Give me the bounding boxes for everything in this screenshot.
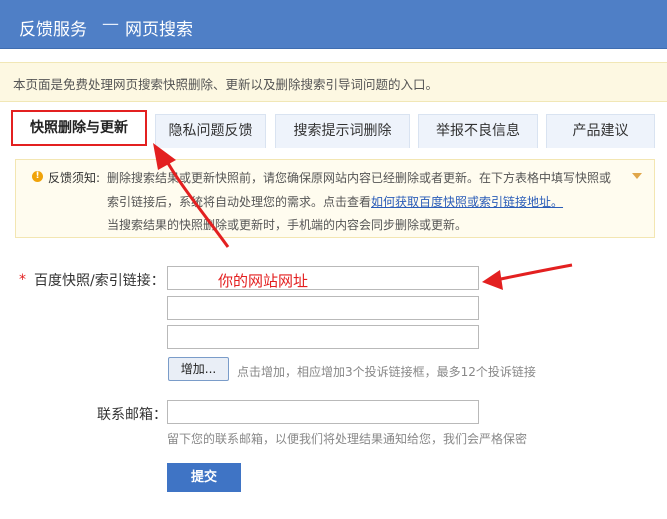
- add-links-hint: 点击增加，相应增加3个投诉链接框，最多12个投诉链接: [237, 365, 536, 379]
- add-links-button[interactable]: 增加...: [168, 357, 229, 381]
- email-hint: 留下您的联系邮箱，以便我们将处理结果通知给您，我们会严格保密: [167, 432, 528, 446]
- tab-suggestion-delete[interactable]: 搜索提示词删除: [275, 114, 410, 148]
- tip-line-3: 当搜索结果的快照删除或更新时，手机端的内容会同步删除或更新。: [107, 218, 468, 232]
- link-input-3[interactable]: [167, 325, 479, 349]
- tab-snapshot-delete-update[interactable]: 快照删除与更新: [11, 110, 147, 146]
- email-field[interactable]: [167, 400, 479, 424]
- exclamation-icon: !: [32, 171, 43, 182]
- collapse-caret-icon[interactable]: [632, 173, 642, 179]
- feedback-tip-box: ! 反馈须知: 删除搜索结果或更新快照前，请您确保原网站内容已经删除或者更新。在…: [15, 159, 655, 238]
- intro-notice: 本页面是免费处理网页搜索快照删除、更新以及删除搜索引导词问题的入口。: [0, 62, 667, 102]
- link-input-1[interactable]: 你的网站网址: [167, 266, 479, 290]
- tip-line-2-text: 索引链接后，系统将自动处理您的需求。点击查看: [107, 195, 372, 209]
- service-title: 反馈服务: [19, 20, 87, 40]
- tab-bar: 快照删除与更新 隐私问题反馈 搜索提示词删除 举报不良信息 产品建议: [0, 110, 667, 148]
- tip-label: 反馈须知:: [48, 171, 101, 185]
- tip-line-1: 删除搜索结果或更新快照前，请您确保原网站内容已经删除或者更新。在下方表格中填写快…: [107, 171, 612, 185]
- tip-line-2: 索引链接后，系统将自动处理您的需求。点击查看如何获取百度快照或索引链接地址。: [107, 193, 563, 210]
- intro-notice-text: 本页面是免费处理网页搜索快照删除、更新以及删除搜索引导词问题的入口。: [13, 77, 439, 92]
- site-url-annotation: 你的网站网址: [218, 272, 309, 290]
- arrow-to-link-input: [482, 263, 573, 290]
- required-mark: *: [19, 272, 26, 288]
- tab-privacy-feedback[interactable]: 隐私问题反馈: [155, 114, 266, 148]
- email-label: 联系邮箱：: [97, 407, 167, 423]
- tab-report-bad-info[interactable]: 举报不良信息: [418, 114, 538, 148]
- service-subtitle: 网页搜索: [125, 20, 193, 40]
- tab-product-suggestion[interactable]: 产品建议: [546, 114, 655, 148]
- page-header: 反馈服务 — 网页搜索: [0, 0, 667, 49]
- how-to-get-link[interactable]: 如何获取百度快照或索引链接地址。: [371, 195, 563, 209]
- title-separator: —: [102, 14, 119, 34]
- submit-button[interactable]: 提交: [167, 463, 241, 492]
- link-input-2[interactable]: [167, 296, 479, 320]
- link-label: 百度快照/索引链接：: [34, 273, 165, 289]
